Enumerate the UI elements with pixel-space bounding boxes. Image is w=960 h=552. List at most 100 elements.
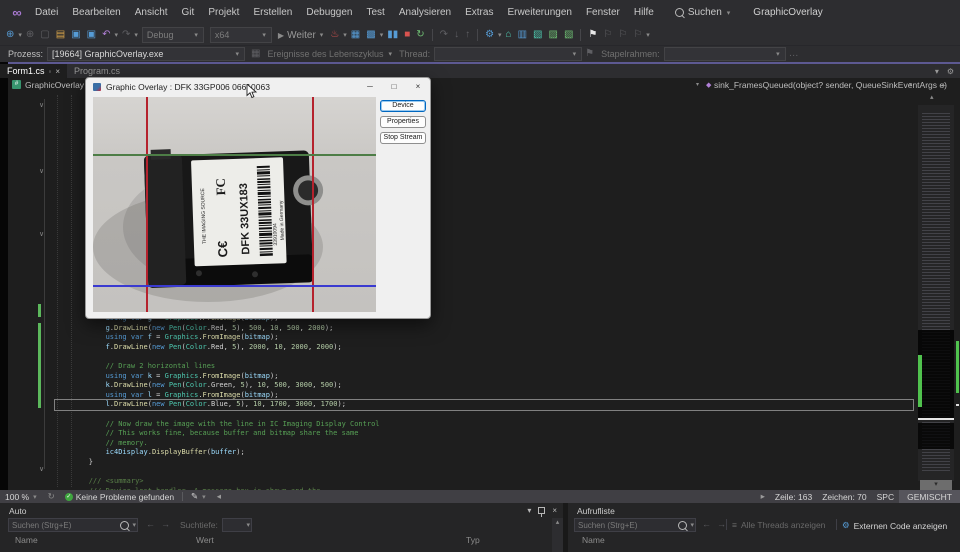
code-line[interactable]: [55, 468, 913, 478]
breadcrumb-project[interactable]: GraphicOverlay: [25, 80, 84, 90]
feedback-icon[interactable]: ⌂: [506, 26, 512, 44]
column-name[interactable]: Name: [582, 535, 605, 545]
fold-chevron-icon[interactable]: ∨: [39, 167, 44, 175]
code-line[interactable]: using var k = Graphics.FromImage(bitmap)…: [55, 372, 913, 382]
code-line[interactable]: ic4Display.DisplayBuffer(buffer);: [55, 448, 913, 458]
menu-datei[interactable]: Datei: [28, 4, 65, 21]
comment-icon[interactable]: ▨: [549, 26, 558, 44]
uncomment-icon[interactable]: ▧: [564, 26, 573, 44]
minimap[interactable]: [918, 105, 954, 481]
pin-icon[interactable]: [538, 507, 545, 514]
prev-result-icon[interactable]: ←: [146, 519, 155, 529]
split-editor-icon[interactable]: +: [941, 80, 946, 90]
column-type[interactable]: Typ: [466, 535, 480, 545]
next-result-icon[interactable]: →: [161, 519, 170, 529]
step-into-icon[interactable]: ↓: [454, 26, 459, 44]
document-list-icon[interactable]: ▾: [935, 67, 939, 76]
chevron-down-icon[interactable]: ▾: [343, 31, 347, 39]
minimize-icon[interactable]: ─: [358, 82, 382, 91]
undo-icon[interactable]: ↶: [102, 26, 110, 44]
save-all-icon[interactable]: ▣: [87, 26, 96, 44]
close-icon[interactable]: ×: [406, 82, 430, 91]
close-icon[interactable]: ×: [552, 506, 557, 515]
spaces-indicator[interactable]: SPC: [877, 492, 894, 502]
fold-chevron-icon[interactable]: ∨: [39, 465, 44, 473]
debug-config-select[interactable]: Debug▾: [142, 27, 204, 43]
autos-search[interactable]: ▾: [8, 518, 138, 532]
toolbar-overflow-icon[interactable]: …: [789, 45, 799, 63]
code-line[interactable]: [55, 352, 913, 362]
code-line[interactable]: using var l = Graphics.FromImage(bitmap)…: [55, 391, 913, 401]
menu-erweiterungen[interactable]: Erweiterungen: [500, 4, 578, 21]
menu-bearbeiten[interactable]: Bearbeiten: [65, 4, 127, 21]
scroll-up-icon[interactable]: ▴: [556, 519, 560, 526]
bookmark-clear-icon[interactable]: ⚐: [633, 26, 642, 44]
autos-search-input[interactable]: [9, 521, 120, 530]
collapse-icon[interactable]: ◂: [217, 491, 221, 502]
new-file-icon[interactable]: ▢: [40, 26, 49, 44]
chevron-down-icon[interactable]: ▾: [18, 31, 22, 39]
nav-forward-icon[interactable]: ⊕: [26, 26, 34, 44]
code-line[interactable]: f.DrawLine(new Pen(Color.Red, 5), 2000, …: [55, 343, 913, 353]
chevron-down-icon[interactable]: ▾: [134, 31, 138, 39]
code-line[interactable]: k.DrawLine(new Pen(Color.Green, 5), 10, …: [55, 381, 913, 391]
code-line-current[interactable]: l.DrawLine(new Pen(Color.Blue, 5), 10, 1…: [55, 400, 913, 410]
graphic-overlay-window[interactable]: Graphic Overlay : DFK 33GP006 06610063 ─…: [85, 77, 431, 319]
menu-analysieren[interactable]: Analysieren: [392, 4, 458, 21]
stackframe-select[interactable]: ▾: [664, 47, 786, 61]
zoom-control[interactable]: 100 % ▾: [5, 492, 38, 502]
chevron-down-icon[interactable]: ▾: [909, 81, 912, 88]
code-line[interactable]: // Now draw the image with the line in I…: [55, 420, 913, 430]
callstack-panel-title[interactable]: Aufrufliste: [577, 506, 615, 516]
menu-extras[interactable]: Extras: [458, 4, 500, 21]
restart-icon[interactable]: ↻: [416, 26, 424, 44]
panel-scrollbar[interactable]: ▴: [552, 518, 563, 552]
platform-select[interactable]: x64▾: [210, 27, 272, 43]
show-all-threads-button[interactable]: ≡ Alle Threads anzeigen: [732, 520, 825, 530]
bookmark-icon[interactable]: ⚑: [588, 26, 597, 44]
redo-icon[interactable]: ↷: [122, 26, 130, 44]
structure-icon[interactable]: ▧: [533, 26, 542, 44]
show-external-code-button[interactable]: ⚙ Externen Code anzeigen: [842, 520, 947, 531]
menu-hilfe[interactable]: Hilfe: [627, 4, 661, 21]
break-all-icon[interactable]: ▮▮: [387, 26, 398, 44]
bookmark-prev-icon[interactable]: ⚐: [603, 26, 612, 44]
menu-projekt[interactable]: Projekt: [201, 4, 246, 21]
code-line[interactable]: // Draw 2 horizontal lines: [55, 362, 913, 372]
tab-form1-cs[interactable]: Form1.cs◦×: [0, 64, 67, 78]
menu-debuggen[interactable]: Debuggen: [299, 4, 359, 21]
thread-select[interactable]: ▾: [434, 47, 582, 61]
step-over-icon[interactable]: ↷: [440, 26, 448, 44]
fold-chevron-icon[interactable]: ∨: [39, 230, 44, 238]
menu-git[interactable]: Git: [175, 4, 202, 21]
code-line[interactable]: g.DrawLine(new Pen(Color.Red, 5), 500, 1…: [55, 324, 913, 334]
stop-stream-button[interactable]: Stop Stream: [380, 132, 426, 144]
device-button[interactable]: Device: [380, 100, 426, 112]
fold-chevron-icon[interactable]: ∨: [39, 101, 44, 109]
menu-ansicht[interactable]: Ansicht: [128, 4, 175, 21]
properties-button[interactable]: Properties: [380, 116, 426, 128]
callstack-search-input[interactable]: [575, 521, 678, 530]
code-line[interactable]: // This works fine, because buffer and b…: [55, 429, 913, 439]
chevron-down-icon[interactable]: ▾: [527, 506, 531, 515]
minimap-viewport[interactable]: [918, 330, 954, 418]
tab-program-cs[interactable]: Program.cs: [67, 64, 127, 78]
code-line[interactable]: }: [55, 458, 913, 468]
chevron-down-icon[interactable]: ▾: [696, 81, 699, 88]
hot-reload-icon[interactable]: ♨: [330, 26, 339, 44]
chevron-down-icon[interactable]: ▾: [646, 31, 650, 39]
step-out-icon[interactable]: ↑: [465, 26, 470, 44]
chevron-down-icon[interactable]: ▾: [380, 31, 384, 39]
next-result-icon[interactable]: →: [717, 519, 726, 529]
live-share-icon[interactable]: ⚙: [485, 26, 494, 44]
column-indicator[interactable]: Zeichen: 70: [822, 492, 866, 502]
flag-icon[interactable]: ⚑: [585, 45, 594, 63]
column-value[interactable]: Wert: [196, 535, 214, 545]
code-line[interactable]: [55, 410, 913, 420]
process-select[interactable]: [19664] GraphicOverlay.exe ▾: [47, 47, 245, 61]
bookmark-next-icon[interactable]: ⚐: [618, 26, 627, 44]
chevron-down-icon[interactable]: ▾: [115, 31, 119, 39]
column-name[interactable]: Name: [15, 535, 38, 545]
line-indicator[interactable]: Zeile: 163: [775, 492, 812, 502]
line-ending-indicator[interactable]: GEMISCHT: [899, 490, 960, 503]
